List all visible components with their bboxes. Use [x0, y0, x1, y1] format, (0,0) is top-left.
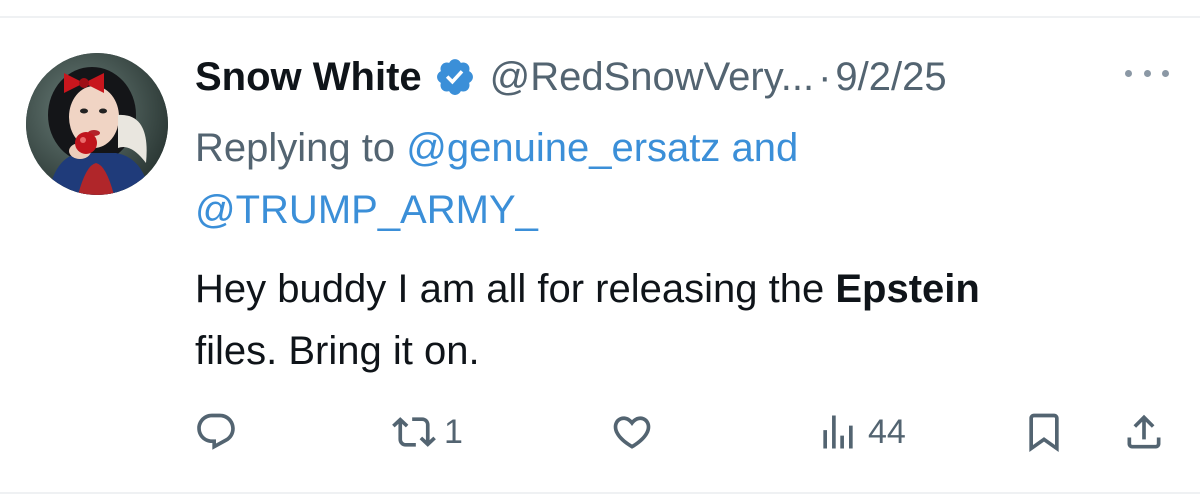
more-dot: [1162, 69, 1169, 77]
mention-link[interactable]: @TRUMP_ARMY_: [195, 188, 538, 232]
views-button[interactable]: 44: [816, 404, 906, 460]
tweet-text-part: files. Bring it on.: [195, 329, 480, 373]
retweet-count: 1: [444, 412, 463, 451]
bottom-divider: [0, 492, 1200, 494]
like-button[interactable]: [610, 404, 654, 460]
retweet-icon: [392, 417, 436, 447]
action-bar: 1 44: [0, 404, 1200, 460]
views-icon: [823, 415, 853, 449]
retweet-button[interactable]: 1: [392, 404, 463, 460]
more-dot: [1125, 69, 1132, 77]
avatar[interactable]: [26, 53, 168, 195]
views-count: 44: [868, 412, 906, 451]
replying-prefix: Replying to: [195, 126, 396, 170]
tweet-date[interactable]: 9/2/25: [835, 52, 946, 102]
replying-conjunction[interactable]: and: [732, 126, 799, 170]
bookmark-icon: [1029, 413, 1059, 453]
share-button[interactable]: [1122, 404, 1166, 460]
bookmark-button[interactable]: [1022, 404, 1066, 460]
author-name[interactable]: Snow White: [195, 52, 422, 102]
tweet-text-part: Hey buddy I am all for releasing the: [195, 267, 825, 311]
avatar-photo: [26, 53, 168, 195]
heart-icon: [613, 416, 651, 449]
share-icon: [1127, 414, 1161, 449]
reply-icon: [197, 413, 235, 450]
author-handle[interactable]: @RedSnowVery...: [490, 52, 814, 102]
replying-to-line: Replying to @genuine_ersatz and @TRUMP_A…: [195, 117, 1095, 241]
tweet-text-bold: Epstein: [835, 267, 980, 311]
top-divider: [0, 16, 1200, 18]
mention-link[interactable]: @genuine_ersatz: [406, 126, 720, 170]
tweet-text: Hey buddy I am all for releasing the Eps…: [195, 258, 1155, 382]
reply-button[interactable]: [194, 404, 238, 460]
tweet-header: Snow White @RedSnowVery... · 9/2/25: [195, 52, 947, 102]
separator-dot: ·: [818, 55, 832, 99]
more-dot: [1143, 69, 1151, 77]
more-options-icon[interactable]: [1125, 63, 1169, 83]
verified-badge-icon[interactable]: [434, 56, 476, 98]
